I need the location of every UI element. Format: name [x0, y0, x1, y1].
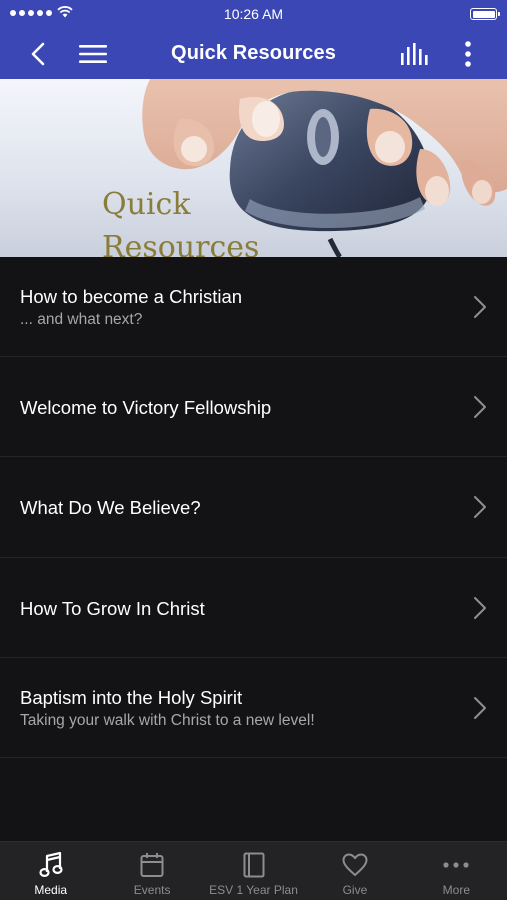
tab-label: ESV 1 Year Plan	[209, 883, 298, 897]
battery-icon	[470, 8, 500, 20]
chevron-right-icon	[474, 696, 486, 719]
resource-list: How to become a Christian ... and what n…	[0, 257, 507, 758]
tab-give[interactable]: Give	[304, 842, 405, 900]
list-item-title: Welcome to Victory Fellowship	[20, 397, 272, 419]
hamburger-icon	[79, 44, 107, 63]
tab-bar: Media Events ESV 1 Year Plan Give More	[0, 841, 507, 900]
chevron-right-icon	[474, 496, 486, 519]
tab-label: Media	[34, 883, 68, 897]
list-item[interactable]: What Do We Believe?	[0, 457, 507, 558]
status-bar: 10:26 AM	[0, 0, 507, 28]
status-time: 10:26 AM	[223, 6, 284, 22]
overflow-menu-button[interactable]	[456, 28, 480, 79]
navigation-bar: Quick Resources	[0, 28, 507, 79]
music-note-icon	[39, 852, 63, 878]
tab-label: Give	[342, 883, 368, 897]
equalizer-bars-icon	[401, 42, 428, 65]
banner-title: Quick Resources	[102, 183, 259, 257]
top-bar: 10:26 AM Quick Resources	[0, 0, 507, 79]
tab-media[interactable]: Media	[0, 842, 101, 900]
audio-button[interactable]	[398, 28, 432, 79]
list-item[interactable]: How to become a Christian ... and what n…	[0, 257, 507, 358]
list-item-title: How To Grow In Christ	[20, 597, 205, 619]
chevron-right-icon	[474, 396, 486, 419]
book-icon	[243, 852, 265, 878]
tab-esv-1-year-plan[interactable]: ESV 1 Year Plan	[203, 842, 304, 900]
list-item-title: Baptism into the Holy Spirit	[20, 686, 243, 708]
list-item[interactable]: How To Grow In Christ	[0, 558, 507, 658]
banner-title-line-2: Resources	[102, 230, 260, 257]
app-screen: 10:26 AM Quick Resources Quick Resources…	[0, 0, 507, 900]
tab-events[interactable]: Events	[101, 842, 202, 900]
list-item-subtitle: Taking your walk with Christ to a new le…	[20, 711, 315, 729]
menu-button[interactable]	[76, 28, 110, 79]
more-vertical-icon	[465, 40, 471, 67]
header-banner: Quick Resources	[0, 79, 507, 257]
list-item[interactable]: Welcome to Victory Fellowship	[0, 357, 507, 458]
more-dots-icon	[443, 862, 469, 868]
chevron-right-icon	[474, 296, 486, 318]
heart-icon	[342, 853, 368, 876]
list-item-subtitle: ... and what next?	[20, 311, 143, 328]
page-title: Quick Resources	[171, 42, 336, 64]
banner-title-line-1: Quick	[102, 187, 191, 222]
back-button[interactable]	[22, 28, 54, 79]
list-item-title: How to become a Christian	[20, 286, 243, 307]
tab-more[interactable]: More	[406, 842, 507, 900]
list-item-title: What Do We Believe?	[20, 497, 201, 519]
calendar-icon	[140, 853, 164, 877]
tab-label: More	[442, 883, 470, 897]
chevron-right-icon	[474, 596, 486, 619]
tab-label: Events	[133, 883, 171, 897]
chevron-left-icon	[31, 42, 45, 65]
list-item[interactable]: Baptism into the Holy Spirit Taking your…	[0, 658, 507, 758]
